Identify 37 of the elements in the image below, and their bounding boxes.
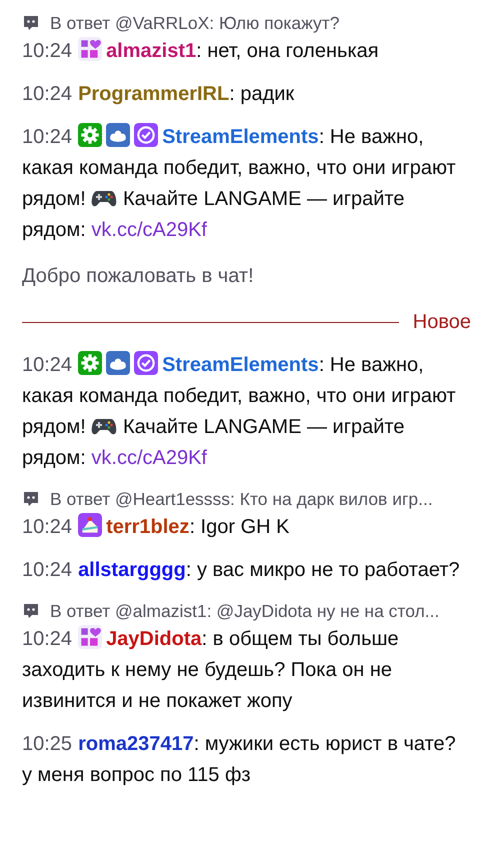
new-messages-divider-label: Новое	[412, 310, 471, 335]
username[interactable]: terr1blez	[106, 516, 190, 538]
reply-bubble-icon	[22, 14, 40, 32]
verified-badge-icon	[134, 351, 158, 375]
message-link[interactable]: vk.cc/cA29Kf	[91, 447, 207, 469]
reply-context: В ответ @almazist1: @JayDidota ну не на стол...	[50, 600, 440, 623]
username[interactable]: almazist1	[106, 40, 196, 62]
reply-context: В ответ @VaRRLoX: Юлю покажут?	[50, 12, 340, 35]
username[interactable]: StreamElements	[162, 354, 319, 376]
reply-bubble-icon	[22, 490, 40, 508]
welcome-notice: Добро пожаловать в чат!	[22, 265, 254, 287]
cloud-badge-icon	[106, 351, 130, 375]
cake-badge-icon	[78, 513, 102, 537]
gamepad-icon	[91, 188, 118, 208]
heart-badge-icon	[78, 625, 102, 649]
chat-message: 10:24 allstargggg: у вас микро не то работает?	[22, 558, 461, 583]
chat-message: 10:24 StreamElements: Не важно, какая команда победит, важно, что они играют рядом! Качайте LANGAME — играйте рядом: vk.cc/cA29Kf	[22, 350, 471, 474]
heart-badge-icon	[78, 37, 102, 61]
cloud-badge-icon	[106, 123, 130, 147]
username[interactable]: allstargggg	[78, 559, 186, 581]
chat-message: 10:24 terr1blez: Igor GH K	[22, 512, 471, 543]
reply-context: В ответ @Heart1essss: Кто на дарк вилов игр...	[50, 488, 433, 511]
username[interactable]: JayDidota	[106, 628, 202, 650]
gamepad-icon	[91, 416, 118, 436]
username[interactable]: StreamElements	[162, 126, 319, 148]
username[interactable]: roma237417	[78, 733, 194, 755]
chat-message: 10:24 StreamElements: Не важно, какая команда победит, важно, что они играют рядом! Качайте LANGAME — играйте рядом: vk.cc/cA29Kf	[22, 122, 471, 246]
reply-bubble-icon	[22, 602, 40, 620]
gear-badge-icon	[78, 351, 102, 375]
gear-badge-icon	[78, 123, 102, 147]
chat-message: 10:24 JayDidota: в общем ты больше заходить к нему не будешь? Пока он не извинится и не покажет жопу	[22, 624, 471, 717]
username[interactable]: ProgrammerIRL	[78, 83, 230, 105]
chat-message: 10:24 ProgrammerIRL: радик	[22, 82, 296, 107]
chat-message: 10:25 roma237417: мужики есть юрист в чате? у меня вопрос по 115 фз	[22, 732, 457, 788]
chat-message: 10:24 almazist1: нет, она голенькая	[22, 36, 471, 67]
verified-badge-icon	[134, 123, 158, 147]
message-link[interactable]: vk.cc/cA29Kf	[91, 219, 207, 241]
